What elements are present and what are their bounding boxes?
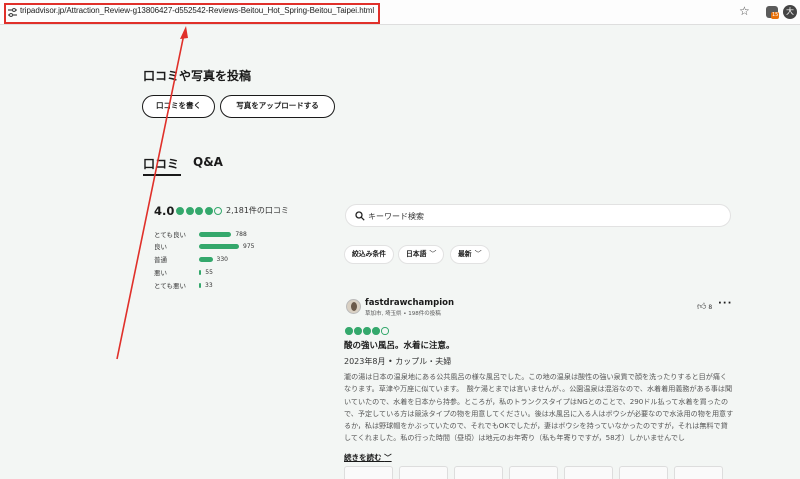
- rating-bubbles: [176, 207, 222, 215]
- sort-dropdown[interactable]: 最新 ﹀: [450, 245, 490, 264]
- distribution-label: とても悪い: [154, 282, 186, 290]
- distribution-row-average[interactable]: 普通 330: [154, 255, 354, 265]
- review-photo-thumbnail[interactable]: [344, 466, 393, 479]
- distribution-count: 55: [205, 269, 213, 276]
- upload-photo-button[interactable]: 写真をアップロードする: [220, 95, 335, 118]
- distribution-count: 330: [216, 256, 228, 263]
- review-photo-thumbnail[interactable]: [509, 466, 558, 479]
- reviewer-name[interactable]: fastdrawchampion: [365, 298, 454, 308]
- bubble-filled-icon: [345, 327, 353, 335]
- more-options-icon[interactable]: ···: [718, 299, 732, 309]
- review-body: 瀧の湯は日本の温泉地にある公共風呂の様な風呂でした。この地の温泉は酸性の強い泉質…: [344, 372, 734, 443]
- url-highlight-box: [4, 3, 380, 24]
- review-photo-thumbnail[interactable]: [454, 466, 503, 479]
- extension-badge: 15: [771, 12, 780, 19]
- bubble-filled-icon: [195, 207, 203, 215]
- distribution-bar: [199, 283, 201, 288]
- distribution-label: 悪い: [154, 269, 167, 277]
- distribution-bar: [199, 257, 213, 262]
- rating-score: 4.0: [154, 204, 175, 218]
- distribution-row-terrible[interactable]: とても悪い 33: [154, 281, 354, 291]
- bubble-filled-icon: [185, 207, 194, 215]
- review-title[interactable]: 酸の強い風呂。水着に注意。: [344, 339, 455, 351]
- distribution-row-good[interactable]: 良い 975: [154, 242, 354, 252]
- bubble-filled-icon: [204, 207, 213, 215]
- distribution-label: 普通: [154, 256, 167, 264]
- distribution-bar: [199, 270, 202, 275]
- reviewer-meta: 草加市, 埼玉県 • 198件の投稿: [365, 311, 441, 317]
- bubble-empty-icon: [214, 207, 222, 215]
- review-photo-thumbnail[interactable]: [564, 466, 613, 479]
- distribution-row-excellent[interactable]: とても良い 788: [154, 230, 354, 240]
- bubble-filled-icon: [176, 207, 184, 215]
- chevron-down-icon: ﹀: [384, 453, 392, 462]
- sort-label: 最新: [458, 250, 472, 258]
- distribution-bar: [199, 244, 239, 249]
- chevron-down-icon: ﹀: [429, 250, 437, 258]
- helpful-vote-button[interactable]: 👍︎ 8: [697, 302, 712, 312]
- chevron-down-icon: ﹀: [474, 250, 482, 258]
- review-date-trip-type: 2023年8月 • カップル・夫婦: [344, 357, 452, 366]
- tab-reviews[interactable]: 口コミ: [143, 155, 179, 172]
- post-section-title: 口コミや写真を投稿: [143, 69, 252, 83]
- write-review-button[interactable]: 口コミを書く: [142, 95, 215, 118]
- distribution-count: 788: [235, 231, 247, 238]
- search-input[interactable]: [368, 208, 668, 224]
- reviewer-avatar[interactable]: [346, 299, 361, 314]
- distribution-bar: [199, 232, 232, 237]
- bubble-filled-icon: [363, 327, 371, 335]
- keyword-search-box[interactable]: [345, 204, 731, 227]
- review-photo-thumbnail[interactable]: [619, 466, 668, 479]
- tab-reviews-underline: [143, 174, 181, 176]
- review-photo-thumbnail[interactable]: [674, 466, 723, 479]
- review-photo-thumbnail[interactable]: [399, 466, 448, 479]
- filter-button[interactable]: 絞込み条件: [344, 245, 394, 264]
- search-icon: [355, 211, 365, 221]
- review-count: 2,181件の口コミ: [226, 206, 289, 215]
- browser-toolbar: tripadvisor.jp/Attraction_Review-g138064…: [0, 0, 800, 25]
- thumbs-up-icon: 👍︎: [697, 302, 707, 312]
- tab-qa[interactable]: Q&A: [193, 155, 223, 169]
- bookmark-star-icon[interactable]: ☆: [739, 5, 750, 17]
- distribution-label: 良い: [154, 243, 167, 251]
- bubble-filled-icon: [354, 327, 362, 335]
- read-more-link[interactable]: 続きを読む ﹀: [344, 452, 392, 463]
- distribution-count: 33: [205, 282, 213, 289]
- distribution-label: とても良い: [154, 231, 186, 239]
- review-rating-bubbles: [345, 327, 389, 335]
- review-photo-strip: [344, 466, 744, 479]
- bubble-empty-icon: [381, 327, 389, 335]
- bubble-filled-icon: [372, 327, 380, 335]
- distribution-count: 975: [243, 243, 255, 250]
- distribution-row-poor[interactable]: 悪い 55: [154, 268, 354, 278]
- profile-avatar-icon[interactable]: 大: [783, 5, 797, 19]
- filter-label: 絞込み条件: [352, 250, 386, 258]
- language-dropdown[interactable]: 日本語 ﹀: [398, 245, 445, 264]
- language-label: 日本語: [406, 250, 427, 258]
- helpful-count: 8: [708, 304, 713, 311]
- read-more-label: 続きを読む: [344, 453, 382, 462]
